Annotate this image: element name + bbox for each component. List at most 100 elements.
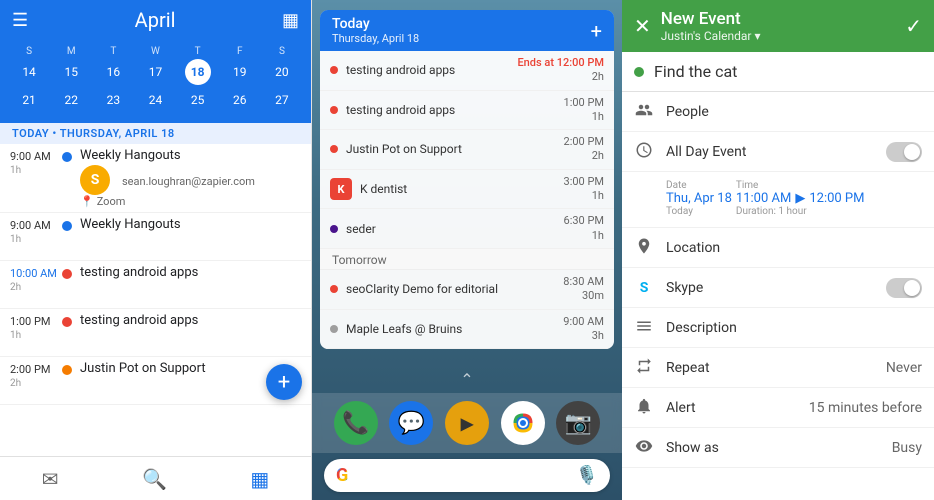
time-start[interactable]: 11:00 AM — [736, 191, 791, 206]
calendar-name: Justin's Calendar — [661, 29, 752, 43]
list-item[interactable]: Maple Leafs @ Bruins 9:00 AM3h — [320, 310, 614, 350]
date-label: Date — [666, 180, 732, 191]
date-value[interactable]: Thu, Apr 18 — [666, 191, 732, 206]
cal-day-22[interactable]: 22 — [58, 87, 84, 113]
close-button[interactable]: ✕ — [634, 14, 651, 38]
cal-day-14[interactable]: 14 — [16, 59, 42, 85]
event-dot-icon — [62, 365, 72, 375]
messages-app-icon[interactable]: 💬 — [389, 401, 433, 445]
calendar-nav-icon[interactable]: ▦ — [226, 463, 293, 495]
dow-mon: M — [50, 44, 92, 59]
chevron-up-icon[interactable]: ⌃ — [312, 366, 622, 393]
cal-day-15[interactable]: 15 — [58, 59, 84, 85]
today-label: Today — [666, 206, 732, 217]
list-item[interactable]: seoClarity Demo for editorial 8:30 AM30m — [320, 270, 614, 310]
phone-app-icon[interactable]: 📞 — [334, 401, 378, 445]
event-time: 9:00 AM 1h — [10, 217, 62, 246]
date-label-block: Date Thu, Apr 18 Today — [666, 180, 732, 217]
location-pin-icon — [634, 237, 654, 259]
people-row[interactable]: People — [622, 92, 934, 132]
list-item[interactable]: K K dentist 3:00 PM1h — [320, 170, 614, 210]
event-dot-icon — [62, 317, 72, 327]
description-row[interactable]: Description — [622, 308, 934, 348]
event-body: testing android apps — [80, 265, 301, 280]
plex-app-icon[interactable]: ▶ — [445, 401, 489, 445]
event-time: 10:00 AM 2h — [10, 265, 62, 294]
table-row[interactable]: 9:00 AM 1h Weekly Hangouts — [0, 213, 311, 261]
dow-wed: W — [134, 44, 176, 59]
show-as-label: Show as — [666, 440, 880, 456]
cal-day-17[interactable]: 17 — [142, 59, 168, 85]
calendar-grid: S M T W T F S 14 15 16 17 18 19 20 21 22… — [0, 40, 311, 123]
cal-day-25[interactable]: 25 — [185, 87, 211, 113]
google-search-bar[interactable]: G 🎙️ — [324, 459, 610, 492]
calendar-events-list: 9:00 AM 1h Weekly Hangouts S sean.loughr… — [0, 144, 311, 456]
cal-day-26[interactable]: 26 — [227, 87, 253, 113]
google-assistant-icon[interactable]: 🎙️ — [576, 465, 598, 486]
cal-day-24[interactable]: 24 — [142, 87, 168, 113]
mail-nav-icon[interactable]: ✉ — [18, 463, 83, 495]
alert-value: 15 minutes before — [809, 400, 922, 416]
chevron-down-icon: ▾ — [754, 29, 760, 43]
alert-label: Alert — [666, 400, 797, 416]
event-time: 9:00 AM 1h — [10, 148, 62, 177]
cal-day-23[interactable]: 23 — [100, 87, 126, 113]
cal-day-16[interactable]: 16 — [100, 59, 126, 85]
event-time: 2:00 PM 2h — [10, 361, 62, 390]
skype-row[interactable]: S Skype — [622, 268, 934, 308]
cal-day-21[interactable]: 21 — [16, 87, 42, 113]
alert-bell-icon — [634, 397, 654, 419]
calendar-week-2: 21 22 23 24 25 26 27 — [8, 87, 303, 113]
skype-icon: S — [634, 280, 654, 296]
table-row[interactable]: 10:00 AM 2h testing android apps — [0, 261, 311, 309]
dow-tue: T — [92, 44, 134, 59]
event-time: Ends at 12:00 PM 2h — [517, 56, 604, 85]
cal-day-18-today[interactable]: 18 — [185, 59, 211, 85]
table-row[interactable]: 2:00 PM 2h Justin Pot on Support — [0, 357, 311, 405]
cal-day-27[interactable]: 27 — [269, 87, 295, 113]
device-footer: ⌃ 📞 💬 ▶ 📷 G 🎙️ — [312, 366, 622, 500]
repeat-row[interactable]: Repeat Never — [622, 348, 934, 388]
description-icon — [634, 317, 654, 339]
all-day-event-row[interactable]: All Day Event — [622, 132, 934, 172]
time-end[interactable]: 12:00 PM — [809, 191, 864, 206]
chrome-app-icon[interactable] — [501, 401, 545, 445]
skype-toggle[interactable] — [886, 278, 922, 298]
time-range[interactable]: 11:00 AM ▶ 12:00 PM — [736, 191, 922, 206]
cal-day-19[interactable]: 19 — [227, 59, 253, 85]
event-body: testing android apps — [80, 313, 301, 328]
table-row[interactable]: 9:00 AM 1h Weekly Hangouts S sean.loughr… — [0, 144, 311, 213]
event-time: 8:30 AM30m — [563, 275, 604, 304]
calendar-selector[interactable]: Justin's Calendar ▾ — [661, 29, 895, 43]
hamburger-icon[interactable]: ☰ — [12, 10, 28, 31]
time-block: Time 11:00 AM ▶ 12:00 PM Duration: 1 hou… — [736, 180, 922, 217]
list-item[interactable]: seder 6:30 PM1h — [320, 209, 614, 249]
list-item[interactable]: Justin Pot on Support 2:00 PM2h — [320, 130, 614, 170]
new-event-title-block: New Event Justin's Calendar ▾ — [661, 9, 895, 43]
event-name-field[interactable]: Find the cat — [654, 62, 922, 81]
event-title: testing android apps — [80, 265, 301, 280]
grid-view-icon[interactable]: ▦ — [282, 10, 299, 31]
save-check-button[interactable]: ✓ — [905, 14, 922, 38]
dow-thu: T — [177, 44, 219, 59]
event-title: Weekly Hangouts — [80, 148, 301, 163]
new-event-title: New Event — [661, 9, 895, 29]
all-day-toggle[interactable] — [886, 142, 922, 162]
widget-add-button[interactable]: + — [591, 19, 602, 43]
app-dock: 📞 💬 ▶ 📷 — [312, 393, 622, 453]
show-as-row[interactable]: Show as Busy — [622, 428, 934, 468]
location-row[interactable]: Location — [622, 228, 934, 268]
search-nav-icon[interactable]: 🔍 — [118, 463, 191, 495]
list-item[interactable]: testing android apps 1:00 PM1h — [320, 91, 614, 131]
alert-row[interactable]: Alert 15 minutes before — [622, 388, 934, 428]
table-row[interactable]: 1:00 PM 1h testing android apps — [0, 309, 311, 357]
skype-label: Skype — [666, 280, 874, 296]
camera-app-icon[interactable]: 📷 — [556, 401, 600, 445]
cal-day-20[interactable]: 20 — [269, 59, 295, 85]
event-dot-icon — [330, 285, 338, 293]
list-item[interactable]: testing android apps Ends at 12:00 PM 2h — [320, 51, 614, 91]
clock-icon — [634, 141, 654, 163]
fab-add-button[interactable]: + — [266, 364, 302, 400]
widget-header: Today Thursday, April 18 + — [320, 10, 614, 51]
all-day-label: All Day Event — [666, 144, 874, 160]
